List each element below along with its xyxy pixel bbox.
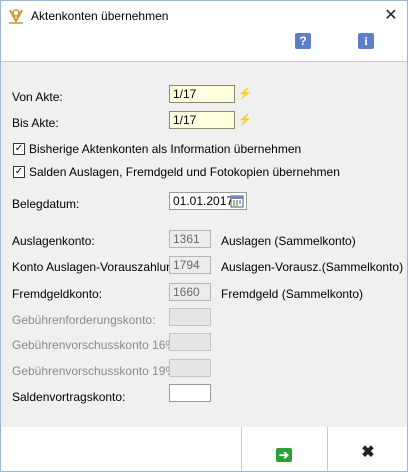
fremdgeldkonto-label: Fremdgeldkonto: — [12, 287, 103, 301]
gebuehrenvorschuss16-label: Gebührenvorschusskonto 16%: — [12, 338, 180, 352]
auslagenkonto-field[interactable]: 1361 — [169, 230, 211, 248]
auslagen-vorauszahlung-field[interactable]: 1794 — [169, 256, 211, 274]
gebuehrenforderungskonto-label: Gebührenforderungskonto: — [12, 313, 156, 327]
checkbox-salden-label: Salden Auslagen, Fremdgeld und Fotokopie… — [29, 165, 340, 179]
toolbar — [1, 31, 407, 55]
von-akte-lookup-icon[interactable]: ⚡ — [238, 86, 252, 102]
auslagen-vorauszahlung-desc: Auslagen-Vorausz.(Sammelkonto) — [221, 260, 404, 274]
button-bar — [1, 427, 407, 471]
close-icon[interactable]: ✕ — [379, 5, 403, 27]
bis-akte-label: Bis Akte: — [12, 116, 59, 130]
info-icon[interactable]: i — [358, 33, 374, 49]
checkbox-aktenkonten-info[interactable]: ✓ — [13, 143, 25, 155]
gebuehrenforderungskonto-field — [169, 308, 211, 326]
bis-akte-lookup-icon[interactable]: ⚡ — [238, 112, 252, 128]
belegdatum-label: Belegdatum: — [12, 197, 80, 211]
saldenvortragskonto-label: Saldenvortragskonto: — [12, 390, 126, 404]
checkbox-salden[interactable]: ✓ — [13, 166, 25, 178]
von-akte-label: Von Akte: — [12, 90, 63, 104]
fremdgeldkonto-field[interactable]: 1660 — [169, 283, 211, 301]
bis-akte-field[interactable]: 1/17 — [169, 111, 235, 129]
saldenvortragskonto-field[interactable] — [169, 384, 211, 402]
app-logo-icon — [9, 9, 23, 24]
cancel-x-icon[interactable]: ✖ — [360, 444, 376, 462]
calendar-icon[interactable] — [230, 194, 244, 208]
checkbox-aktenkonten-info-label: Bisherige Aktenkonten als Information üb… — [29, 142, 302, 156]
auslagenkonto-desc: Auslagen (Sammelkonto) — [221, 234, 356, 248]
gebuehrenvorschuss19-field — [169, 359, 211, 377]
von-akte-field[interactable]: 1/17 — [169, 85, 235, 103]
button-divider-right — [327, 427, 328, 471]
help-icon[interactable]: ? — [295, 33, 311, 49]
window-title: Aktenkonten übernehmen — [31, 9, 169, 23]
gebuehrenvorschuss16-field — [169, 333, 211, 351]
auslagen-vorauszahlung-label: Konto Auslagen-Vorauszahlung: — [12, 260, 183, 274]
ok-arrow-icon[interactable]: ➔ — [276, 448, 292, 462]
auslagenkonto-label: Auslagenkonto: — [12, 234, 95, 248]
title-bar: Aktenkonten übernehmen ✕ — [1, 1, 407, 31]
gebuehrenvorschuss19-label: Gebührenvorschusskonto 19%: — [12, 364, 180, 378]
fremdgeldkonto-desc: Fremdgeld (Sammelkonto) — [221, 287, 364, 301]
button-divider-left — [241, 427, 242, 471]
